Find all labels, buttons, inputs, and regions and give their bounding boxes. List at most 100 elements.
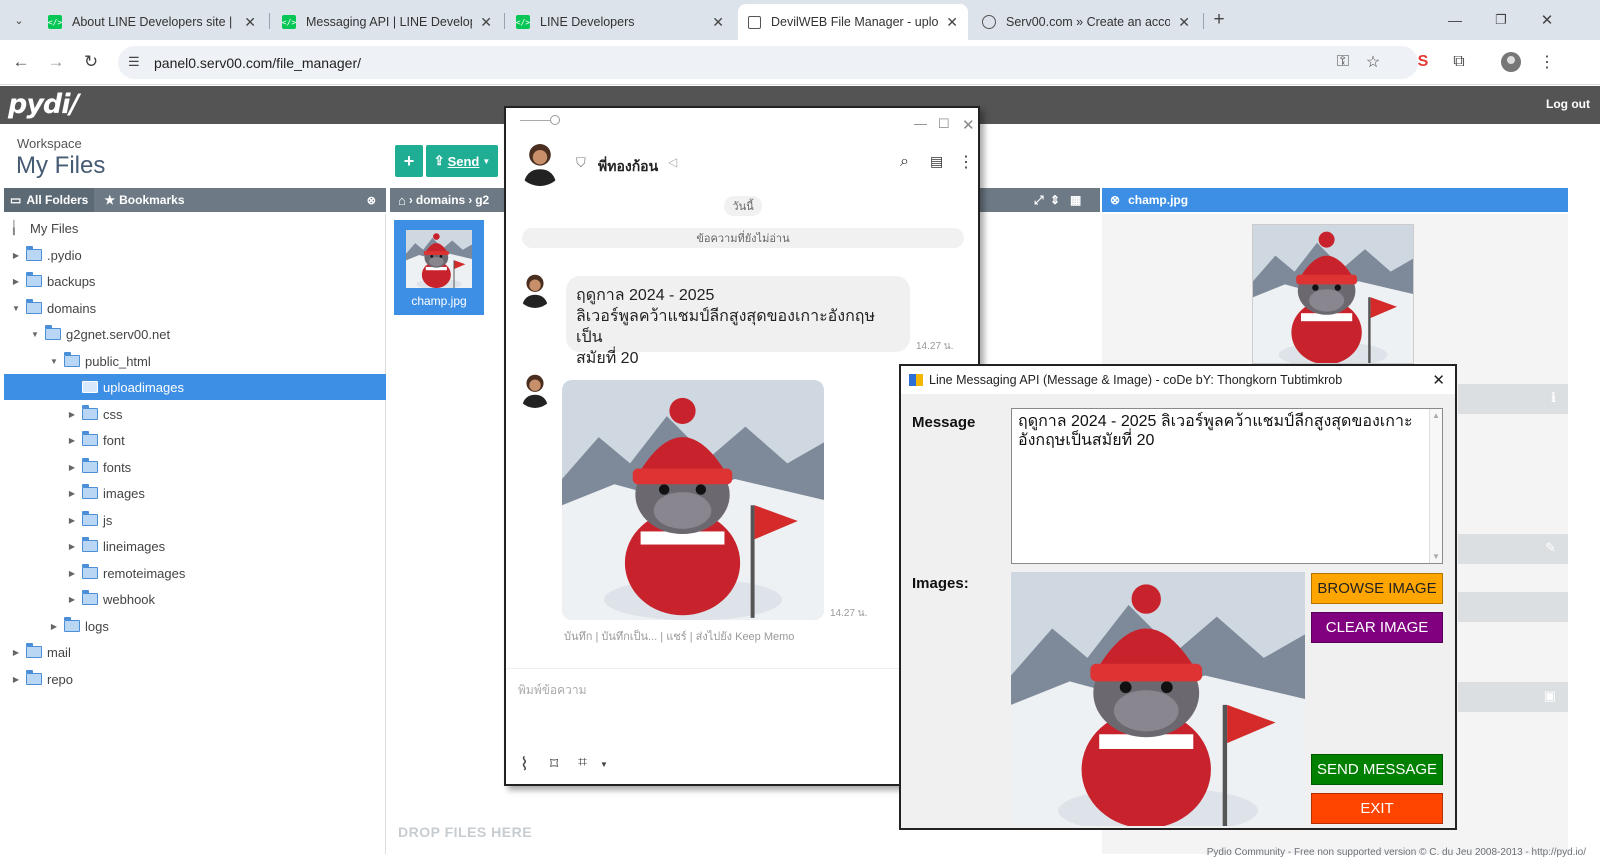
contact-name[interactable]: พี่ทองก้อน <box>598 156 658 178</box>
tree-node-selected[interactable]: uploadimages <box>4 374 386 400</box>
back-arrow-icon[interactable]: ← <box>10 51 32 73</box>
home-icon[interactable]: ⌂ <box>398 193 406 208</box>
close-icon[interactable]: ✕ <box>962 116 975 134</box>
expand-icon[interactable]: ⤢ <box>1034 193 1044 208</box>
edit-panel-header: ✎ <box>1458 534 1568 564</box>
browse-image-button[interactable]: BROWSE IMAGE <box>1311 573 1443 604</box>
drop-zone-hint: DROP FILES HERE <box>398 824 533 840</box>
window-close-icon[interactable]: ✕ <box>1536 9 1558 31</box>
sender-avatar[interactable] <box>516 270 554 308</box>
send-button[interactable]: ⇪ Send ▼ <box>426 145 498 177</box>
star-icon[interactable]: ☆ <box>1362 51 1384 73</box>
folder-icon <box>25 272 42 287</box>
sender-avatar[interactable] <box>516 370 554 408</box>
tab-all-folders[interactable]: ▭ All Folders <box>4 188 95 212</box>
tree-node[interactable]: ▶ images <box>66 480 145 506</box>
message-textbox[interactable]: ฤดูกาล 2024 - 2025 ลิเวอร์พูลคว้าแชมป์ลี… <box>1011 408 1443 564</box>
info-icon[interactable]: ℹ <box>1551 390 1556 406</box>
folder-tree-header: ▭ All Folders ★ Bookmarks ⊗ <box>4 188 386 212</box>
message-input[interactable]: พิมพ์ข้อความ <box>518 681 587 700</box>
tree-node[interactable]: ▶ font <box>66 427 125 453</box>
caret-right-icon: ▶ <box>68 515 76 525</box>
folder-icon <box>25 299 42 314</box>
tab-line-developers[interactable]: </> LINE Developers ✕ <box>506 4 734 40</box>
tree-node[interactable]: ▶ .pydio <box>10 242 82 268</box>
caret-right-icon: ▶ <box>12 250 20 260</box>
tree-node[interactable]: ╽ My Files <box>10 215 78 241</box>
close-icon[interactable]: ✕ <box>1432 371 1445 389</box>
attach-icon[interactable]: ⌇ <box>520 754 529 775</box>
more-vert-icon[interactable]: ⋮ <box>958 152 974 172</box>
search-icon[interactable]: ⌕ <box>900 153 909 171</box>
notes-icon[interactable]: ▤ <box>930 153 943 170</box>
caret-down-icon[interactable]: ▼ <box>600 760 608 769</box>
close-icon[interactable]: ✕ <box>946 14 958 31</box>
tree-node[interactable]: ▶ backups <box>10 268 95 294</box>
reload-icon[interactable]: ↻ <box>80 51 102 73</box>
forward-arrow-icon[interactable]: → <box>45 51 67 73</box>
tree-node[interactable]: ▶ lineimages <box>66 533 165 559</box>
caret-right-icon: ▶ <box>50 621 58 631</box>
breadcrumb[interactable]: domains <box>416 193 465 207</box>
profile-avatar[interactable] <box>1500 51 1522 73</box>
tab-about-line[interactable]: </> About LINE Developers site | LINE ✕ <box>38 4 266 40</box>
line-messaging-dialog: Line Messaging API (Message & Image) - c… <box>899 364 1457 830</box>
message-bubble[interactable]: ฤดูกาล 2024 - 2025 ลิเวอร์พูลคว้าแชมป์ลี… <box>566 276 910 367</box>
image-icon[interactable]: ▣ <box>1544 688 1556 704</box>
crop-icon[interactable]: ⌗ <box>578 754 587 772</box>
sort-icon[interactable]: ⇕ <box>1050 193 1060 207</box>
puzzle-icon[interactable]: ⧉ <box>1448 51 1470 73</box>
tree-node[interactable]: ▼ domains <box>10 295 96 321</box>
close-circle-icon[interactable]: ⊗ <box>367 194 376 207</box>
close-icon[interactable]: ✕ <box>1178 14 1190 31</box>
kebab-menu-icon[interactable]: ⋮ <box>1536 51 1558 73</box>
tree-node[interactable]: ▶ logs <box>48 613 109 639</box>
file-item-selected[interactable]: champ.jpg <box>394 220 484 315</box>
tree-node[interactable]: ▶ webhook <box>66 586 155 612</box>
close-icon[interactable]: ✕ <box>480 14 492 31</box>
key-icon[interactable]: ⚿ <box>1332 51 1354 73</box>
close-icon[interactable]: ✕ <box>712 14 724 31</box>
tree-node[interactable]: ▶ css <box>66 401 123 427</box>
close-icon[interactable]: ✕ <box>244 14 256 31</box>
caret-right-icon: ▶ <box>68 488 76 498</box>
clear-image-button[interactable]: CLEAR IMAGE <box>1311 612 1443 643</box>
image-actions[interactable]: บันทึก | บันทึกเป็น... | แชร์ | ส่งไปยัง… <box>564 627 794 645</box>
tree-node[interactable]: ▼ g2gnet.serv00.net <box>29 321 170 347</box>
folder-tree: ╽ My Files ▶ .pydio ▶ backups ▼ domains ▼ g2g… <box>4 214 386 854</box>
send-message-button[interactable]: SEND MESSAGE <box>1311 754 1443 785</box>
exit-button[interactable]: EXIT <box>1311 793 1443 824</box>
tab-file-manager[interactable]: DevilWEB File Manager - upload ✕ <box>738 4 968 40</box>
contact-avatar[interactable] <box>516 138 564 186</box>
caret-down-icon: ▼ <box>50 356 58 366</box>
add-plus-button[interactable]: + <box>395 145 423 177</box>
url-bar[interactable]: ☰ panel0.serv00.com/file_manager/ <box>118 46 1418 79</box>
image-panel-header: ▣ <box>1458 682 1568 712</box>
bookmark-icon[interactable]: ⌑ <box>550 754 558 774</box>
tree-node[interactable]: ▼ public_html <box>48 348 151 374</box>
tree-node[interactable]: ▶ mail <box>10 639 71 665</box>
tree-node[interactable]: ▶ repo <box>10 666 73 692</box>
restore-icon[interactable]: ❐ <box>1490 9 1512 31</box>
logout-link[interactable]: Log out <box>1546 97 1590 111</box>
tab-search-icon[interactable]: ⌄ <box>8 9 30 31</box>
edit-icon[interactable]: ✎ <box>1545 540 1556 556</box>
image-message[interactable] <box>562 380 824 620</box>
tree-node[interactable]: ▶ fonts <box>66 454 131 480</box>
close-circle-icon[interactable]: ⊗ <box>1110 193 1120 207</box>
maximize-icon[interactable]: ☐ <box>938 116 950 132</box>
grid-view-icon[interactable]: ▦ <box>1070 193 1081 207</box>
message-scrollbar[interactable]: ▲ ▼ <box>1429 409 1442 563</box>
tab-bookmarks[interactable]: ★ Bookmarks <box>94 193 184 207</box>
tab-serv00[interactable]: Serv00.com » Create an account ✕ <box>972 4 1200 40</box>
minimize-icon[interactable]: — <box>1444 9 1466 31</box>
extension-s-icon[interactable]: S <box>1412 51 1434 73</box>
pin-icon[interactable] <box>550 115 560 125</box>
tab-messaging-api[interactable]: </> Messaging API | LINE Developers ✕ <box>272 4 502 40</box>
new-tab-plus-icon[interactable]: + <box>1208 9 1230 31</box>
site-settings-icon[interactable]: ☰ <box>128 54 140 70</box>
tree-node[interactable]: ▶ js <box>66 507 112 533</box>
minimize-icon[interactable]: — <box>914 116 927 131</box>
tree-node[interactable]: ▶ remoteimages <box>66 560 185 586</box>
pydio-logo: pydi/ <box>8 89 79 120</box>
